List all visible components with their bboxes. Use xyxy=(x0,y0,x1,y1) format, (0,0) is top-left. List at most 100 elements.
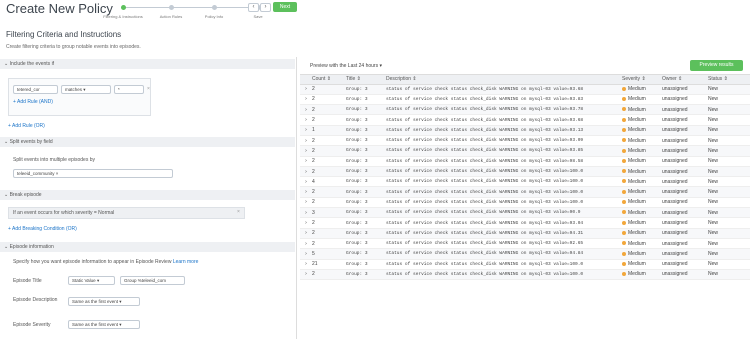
owner-cell: unassigned xyxy=(662,259,708,270)
episode-severity-label: Episode Severity xyxy=(13,322,51,328)
expand-row-icon[interactable]: › xyxy=(300,228,312,239)
table-row[interactable]: › 4 Group: 3 status of service check status… xyxy=(300,176,750,188)
severity-text: Medium xyxy=(628,137,646,144)
expand-row-icon[interactable]: › xyxy=(300,135,312,147)
severity-text: Medium xyxy=(628,168,646,175)
status-cell: New xyxy=(708,176,750,188)
count-cell: 2 xyxy=(312,228,346,239)
expand-row-icon[interactable]: › xyxy=(300,197,312,209)
expand-row-icon[interactable]: › xyxy=(300,176,312,188)
count-cell: 2 xyxy=(312,104,346,116)
forward-button[interactable]: › xyxy=(260,3,271,12)
column-header-description[interactable]: Description ⇕ xyxy=(386,75,622,85)
include-header[interactable]: ⌄ Include the events if xyxy=(0,59,295,69)
title-cell: Group: 3 xyxy=(346,125,386,136)
expand-row-icon[interactable]: › xyxy=(300,104,312,116)
owner-cell: unassigned xyxy=(662,217,708,229)
next-button[interactable]: Next xyxy=(273,2,297,12)
break-header[interactable]: ⌄ Break episode xyxy=(0,190,295,200)
expand-column-header xyxy=(300,75,312,85)
owner-cell: unassigned xyxy=(662,248,708,260)
expand-row-icon[interactable]: › xyxy=(300,145,312,157)
description-cell: status of service check status check_dis… xyxy=(386,207,622,219)
count-cell: 1 xyxy=(312,125,346,136)
column-header-status[interactable]: Status ⇕ xyxy=(708,75,750,85)
severity-mode-select[interactable]: Same as the first event ▾ xyxy=(68,320,140,329)
table-row[interactable]: › 2 Group: 3 status of service check status… xyxy=(300,104,750,116)
severity-dot-icon xyxy=(622,117,626,122)
add-rule-or-link[interactable]: + Add Rule (OR) xyxy=(8,123,45,129)
expand-row-icon[interactable]: › xyxy=(300,259,312,270)
expand-row-icon[interactable]: › xyxy=(300,186,312,198)
table-row[interactable]: › 2 Group: 3 status of service check status… xyxy=(300,197,750,209)
remove-token-icon[interactable]: × xyxy=(56,171,59,176)
table-row[interactable]: › 2 Group: 3 status of service check status… xyxy=(300,166,750,178)
learn-more-link[interactable]: Learn more xyxy=(173,259,199,265)
expand-row-icon[interactable]: › xyxy=(300,269,312,281)
severity-dot-icon xyxy=(622,169,626,174)
description-cell: status of service check status check_dis… xyxy=(386,269,622,281)
table-row[interactable]: › 3 Group: 3 status of service check status… xyxy=(300,207,750,219)
table-row[interactable]: › 2 Group: 3 status of service check status… xyxy=(300,217,750,229)
preview-range-select[interactable]: Preview with the Last 24 hours ▾ xyxy=(310,63,382,69)
split-header[interactable]: ⌄ Split events by field xyxy=(0,137,295,147)
expand-row-icon[interactable]: › xyxy=(300,84,312,95)
severity-cell: Medium xyxy=(622,176,662,188)
expand-row-icon[interactable]: › xyxy=(300,217,312,229)
table-row[interactable]: › 2 Group: 3 status of service check status… xyxy=(300,186,750,198)
column-header-owner[interactable]: Owner ⇕ xyxy=(662,75,708,85)
expand-row-icon[interactable]: › xyxy=(300,166,312,178)
table-row[interactable]: › 2 Group: 3 status of service check status… xyxy=(300,145,750,157)
column-header-count[interactable]: Count ⇕ xyxy=(312,75,346,85)
split-field-input[interactable]: teleeid_community × xyxy=(13,169,173,178)
expand-row-icon[interactable]: › xyxy=(300,125,312,136)
episode-description-label: Episode Description xyxy=(13,297,58,303)
rule-field-input[interactable]: tetered_cor xyxy=(13,85,58,94)
description-mode-select[interactable]: Same as the first event ▾ xyxy=(68,297,140,306)
severity-cell: Medium xyxy=(622,207,662,219)
table-row[interactable]: › 5 Group: 3 status of service check status… xyxy=(300,248,750,260)
table-row[interactable]: › 2 Group: 3 status of service check status… xyxy=(300,228,750,239)
status-cell: New xyxy=(708,197,750,209)
table-row[interactable]: › 2 Group: 3 status of service check status… xyxy=(300,94,750,106)
table-row[interactable]: › 2 Group: 3 status of service check status… xyxy=(300,238,750,250)
table-row[interactable]: › 2 Group: 3 status of service check status… xyxy=(300,269,750,281)
description-cell: status of service check status check_dis… xyxy=(386,125,622,136)
table-row[interactable]: › 2 Group: 3 status of service check status… xyxy=(300,156,750,167)
table-row[interactable]: › 2 Group: 3 status of service check status… xyxy=(300,114,750,126)
column-header-title[interactable]: Title ⇕ xyxy=(346,75,386,85)
episode-header[interactable]: ⌄ Episode information xyxy=(0,242,295,252)
table-row[interactable]: › 21 Group: 3 status of service check statu… xyxy=(300,259,750,270)
table-row[interactable]: › 2 Group: 3 status of service check status… xyxy=(300,135,750,147)
rule-operator-select[interactable]: matches ▾ xyxy=(61,85,111,94)
add-breaking-condition-link[interactable]: + Add Breaking Condition (OR) xyxy=(8,226,77,232)
expand-row-icon[interactable]: › xyxy=(300,238,312,250)
title-mode-select[interactable]: Static Value ▾ xyxy=(68,276,115,285)
title-cell: Group: 3 xyxy=(346,197,386,209)
title-cell: Group: 3 xyxy=(346,176,386,188)
expand-row-icon[interactable]: › xyxy=(300,207,312,219)
status-cell: New xyxy=(708,186,750,198)
add-rule-and-link[interactable]: + Add Rule (AND) xyxy=(13,99,53,105)
status-cell: New xyxy=(708,217,750,229)
expand-row-icon[interactable]: › xyxy=(300,114,312,126)
rule-value-input[interactable]: * xyxy=(114,85,144,94)
episode-description-text: Specify how you want episode information… xyxy=(13,259,198,265)
severity-text: Medium xyxy=(628,250,646,257)
remove-condition-icon[interactable]: × xyxy=(237,209,240,215)
expand-row-icon[interactable]: › xyxy=(300,94,312,106)
title-cell: Group: 3 xyxy=(346,238,386,250)
title-cell: Group: 3 xyxy=(346,94,386,106)
table-row[interactable]: › 2 Group: 3 status of service check status… xyxy=(300,84,750,95)
severity-cell: Medium xyxy=(622,135,662,147)
remove-rule-icon[interactable]: × xyxy=(147,86,150,92)
expand-row-icon[interactable]: › xyxy=(300,248,312,260)
back-button[interactable]: ‹ xyxy=(248,3,259,12)
column-header-severity[interactable]: Severity ⇕ xyxy=(622,75,662,85)
title-value-input[interactable]: Group %teleeid_com xyxy=(120,276,185,285)
break-condition-row[interactable]: If an event occurs for which severity = … xyxy=(8,207,245,219)
preview-results-button[interactable]: Preview results xyxy=(690,60,743,71)
description-cell: status of service check status check_dis… xyxy=(386,156,622,167)
expand-row-icon[interactable]: › xyxy=(300,156,312,167)
table-row[interactable]: › 1 Group: 3 status of service check status… xyxy=(300,125,750,136)
